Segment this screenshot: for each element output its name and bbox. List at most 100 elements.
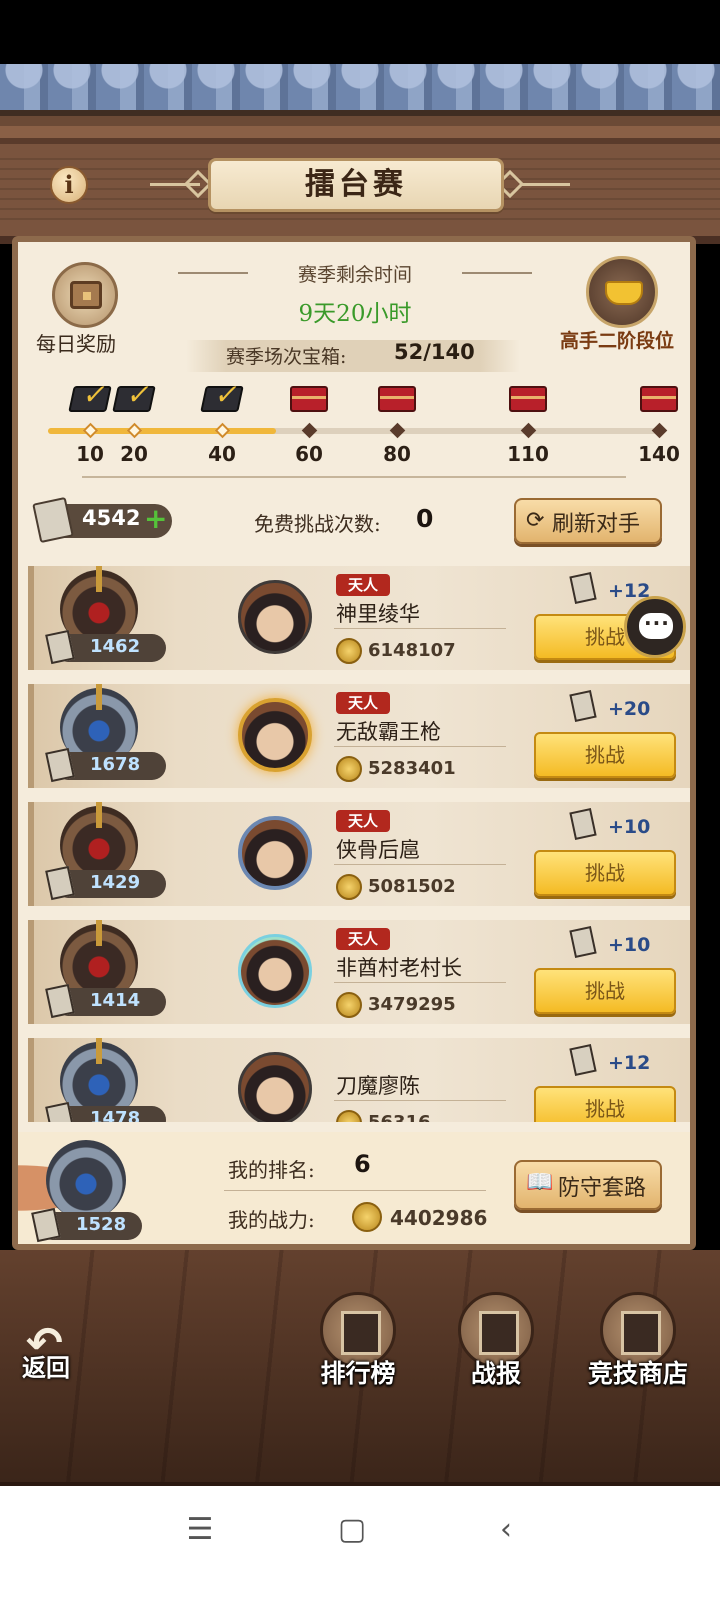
battle-report-button[interactable]: 战报: [436, 1292, 556, 1402]
season-progress-fill: [48, 428, 276, 434]
opponent-power: 1429: [90, 872, 141, 893]
roof-tiles: [0, 64, 720, 104]
opponent-power: 1414: [90, 990, 141, 1011]
recent-apps-icon[interactable]: ☰: [170, 1508, 230, 1552]
opponent-reward: +20: [608, 698, 651, 720]
my-power-value: 1528: [76, 1214, 127, 1235]
closed-chest-icon[interactable]: [378, 386, 416, 412]
challenge-button[interactable]: 挑战: [534, 1086, 676, 1122]
challenge-button[interactable]: 挑战: [534, 850, 676, 896]
milestone-value: 110: [507, 442, 549, 466]
milestone-value: 60: [295, 442, 323, 466]
milestone-value: 140: [638, 442, 680, 466]
opponent-combat-power: 5081502: [368, 876, 456, 897]
combat-power-icon: [352, 1202, 382, 1232]
opponent-avatar[interactable]: [238, 698, 312, 772]
challenge-token-icon: [569, 690, 597, 722]
opponent-list[interactable]: 1462 天人 神里绫华 6148107 +12 挑战 1678 天人 无敌霸王…: [18, 566, 690, 1122]
closed-chest-icon[interactable]: [290, 386, 328, 412]
title-badge: 天人: [336, 810, 390, 832]
info-icon[interactable]: i: [50, 166, 88, 204]
leaderboard-label: 排行榜: [320, 1359, 396, 1388]
season-remaining-value: 9天20小时: [298, 301, 412, 327]
my-rank-separator: [224, 1190, 486, 1191]
challenge-token-icon: [569, 926, 597, 958]
row-separator: [334, 746, 506, 747]
combat-power-icon: [336, 1110, 362, 1122]
opponent-name: 神里绫华: [336, 602, 420, 626]
challenge-button[interactable]: 挑战: [534, 968, 676, 1014]
challenge-label: 挑战: [585, 625, 625, 649]
title-plaque: 擂台赛: [208, 158, 504, 212]
row-separator: [334, 864, 506, 865]
closed-chest-icon[interactable]: [509, 386, 547, 412]
arena-shop-button[interactable]: 竞技商店: [578, 1292, 698, 1402]
opponent-avatar[interactable]: [238, 1052, 312, 1122]
opponent-row: 1478 刀魔廖陈 56316 +12 挑战: [28, 1038, 690, 1122]
opened-chest-icon[interactable]: [200, 386, 244, 412]
opponent-combat-power: 6148107: [368, 640, 456, 661]
challenge-token-icon: [569, 1044, 597, 1076]
system-back-icon[interactable]: ‹: [476, 1508, 536, 1552]
season-chest-progress: 52/140: [394, 340, 475, 364]
season-chest-label: 赛季场次宝箱:: [226, 346, 347, 368]
season-divider-right: [462, 272, 532, 274]
gold-ingot-icon: [605, 281, 643, 305]
defense-setup-label[interactable]: 防守套路: [558, 1170, 646, 1202]
refresh-icon: ⟳: [526, 508, 545, 533]
chat-dots: ···: [644, 611, 670, 635]
challenge-label: 挑战: [585, 861, 625, 885]
rank-tier-label: 高手二阶段位: [560, 330, 675, 352]
opponent-avatar[interactable]: [238, 816, 312, 890]
season-divider-left: [178, 272, 248, 274]
chest-icon: [70, 281, 102, 309]
milestone-value: 80: [383, 442, 411, 466]
page-title: 擂台赛: [305, 167, 407, 202]
my-rank-label: 我的排名:: [228, 1158, 315, 1182]
challenge-button[interactable]: 挑战: [534, 732, 676, 778]
arena-screen: i 擂台赛 每日奖励 高手二阶段位 赛季剩余时间 9天20小时 赛季场次宝箱: …: [0, 0, 720, 1600]
opponent-combat-power: 5283401: [368, 758, 456, 779]
row-separator: [334, 982, 506, 983]
refresh-opponents-label[interactable]: 刷新对手: [552, 506, 640, 538]
leaderboard-button[interactable]: 排行榜: [298, 1292, 418, 1402]
arena-shop-label: 竞技商店: [587, 1359, 688, 1388]
currency-value: 4542: [82, 506, 141, 530]
title-badge: 天人: [336, 574, 390, 596]
challenge-label: 挑战: [585, 1097, 625, 1121]
row-separator: [334, 628, 506, 629]
opponent-row: 1678 天人 无敌霸王枪 5283401 +20 挑战: [28, 684, 690, 788]
opponent-row: 1462 天人 神里绫华 6148107 +12 挑战: [28, 566, 690, 670]
rank-tier-button[interactable]: [586, 256, 658, 328]
season-remaining-label: 赛季剩余时间: [297, 264, 412, 286]
combat-power-icon: [336, 638, 362, 664]
closed-chest-icon[interactable]: [640, 386, 678, 412]
opponent-avatar[interactable]: [238, 934, 312, 1008]
opponent-name: 非酋村老村长: [336, 956, 462, 980]
opponent-reward: +12: [608, 1052, 651, 1074]
opponent-row: 1414 天人 非酋村老村长 3479295 +10 挑战: [28, 920, 690, 1024]
opponent-power: 1478: [90, 1108, 141, 1122]
status-bar: [0, 0, 720, 64]
daily-reward-label[interactable]: 每日奖励: [36, 328, 116, 357]
title-badge: 天人: [336, 928, 390, 950]
plaque-ornament-line-right: [520, 183, 570, 186]
daily-reward-button[interactable]: [52, 262, 118, 328]
back-label[interactable]: 返回: [22, 1348, 70, 1383]
milestone-value: 20: [120, 442, 148, 466]
challenge-label: 挑战: [585, 979, 625, 1003]
challenge-token-icon: [569, 572, 597, 604]
challenge-label: 挑战: [585, 743, 625, 767]
add-currency-button[interactable]: +: [144, 502, 167, 535]
home-icon[interactable]: ▢: [322, 1508, 382, 1552]
opened-chest-icon[interactable]: [112, 386, 156, 412]
my-rank-emblem: [46, 1140, 126, 1220]
chat-bubble-icon[interactable]: ···: [624, 596, 686, 658]
free-challenges-value: 0: [416, 504, 434, 533]
my-combat-value: 4402986: [390, 1206, 488, 1230]
opponent-reward: +10: [608, 934, 651, 956]
combat-power-icon: [336, 874, 362, 900]
battle-report-label: 战报: [470, 1359, 521, 1388]
opponent-avatar[interactable]: [238, 580, 312, 654]
opened-chest-icon[interactable]: [68, 386, 112, 412]
